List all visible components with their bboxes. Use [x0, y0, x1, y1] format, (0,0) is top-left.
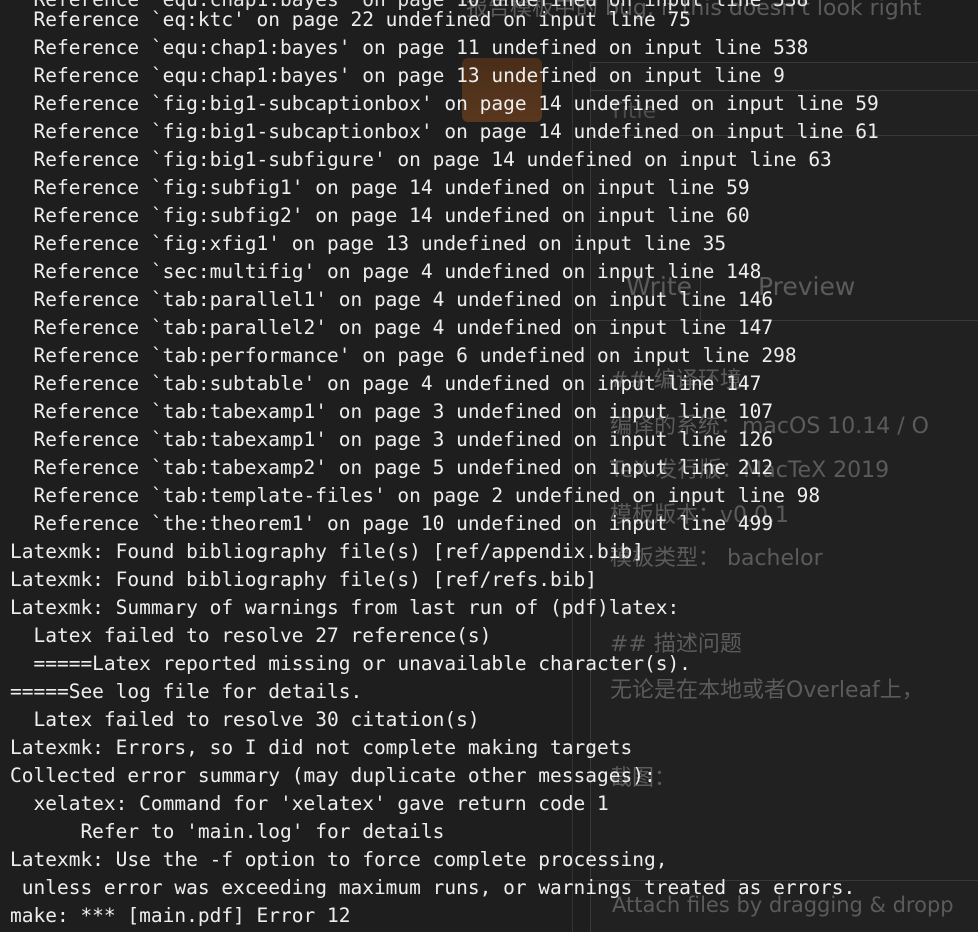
terminal-line: Latexmk: Use the -f option to force comp… [10, 848, 668, 871]
terminal-line: Reference `sec:multifig' on page 4 undef… [10, 260, 762, 283]
terminal-line: make: *** [main.pdf] Error 12 [10, 904, 351, 927]
terminal-line: =====Latex reported missing or unavailab… [10, 652, 691, 675]
terminal-line: Reference `tab:subtable' on page 4 undef… [10, 372, 762, 395]
terminal-line: Reference `tab:tabexamp1' on page 3 unde… [10, 428, 774, 451]
terminal-line: Reference `equ:chap1:bayes' on page 13 u… [10, 64, 785, 87]
terminal-line: Latexmk: Summary of warnings from last r… [10, 596, 680, 619]
terminal-line: Reference `fig:big1-subfigure' on page 1… [10, 148, 832, 171]
terminal-line: Latexmk: Found bibliography file(s) [ref… [10, 540, 644, 563]
terminal-line: Reference `tab:template-files' on page 2… [10, 484, 821, 507]
terminal-line: xelatex: Command for 'xelatex' gave retu… [10, 792, 609, 815]
terminal-line: Latex failed to resolve 30 citation(s) [10, 708, 480, 731]
terminal-output[interactable]: Reference `equ:chap1:bayes' on page 10 u… [0, 0, 978, 932]
terminal-line: Latexmk: Found bibliography file(s) [ref… [10, 568, 597, 591]
screen: 报告模板中的 bug, if this doesn't look right T… [0, 0, 978, 932]
terminal-line: Reference `fig:big1-subcaptionbox' on pa… [10, 120, 879, 143]
terminal-line: Reference `fig:subfig1' on page 14 undef… [10, 176, 750, 199]
terminal-line: Reference `equ:chap1:bayes' on page 11 u… [10, 36, 809, 59]
terminal-line: unless error was exceeding maximum runs,… [10, 876, 856, 899]
terminal-line: Collected error summary (may duplicate o… [10, 764, 656, 787]
terminal-line: Reference `tab:performance' on page 6 un… [10, 344, 797, 367]
terminal-line: Reference `eq:ktc' on page 22 undefined … [10, 8, 691, 31]
terminal-line: Reference `the:theorem1' on page 10 unde… [10, 512, 774, 535]
terminal-line: Reference `tab:parallel1' on page 4 unde… [10, 288, 774, 311]
terminal-line: Reference `tab:parallel2' on page 4 unde… [10, 316, 774, 339]
terminal-line: Latex failed to resolve 27 reference(s) [10, 624, 492, 647]
terminal-line: =====See log file for details. [10, 680, 363, 703]
terminal-line: Refer to 'main.log' for details [10, 820, 445, 843]
terminal-line: Latexmk: Errors, so I did not complete m… [10, 736, 633, 759]
terminal-line: Reference `tab:tabexamp1' on page 3 unde… [10, 400, 774, 423]
terminal-line: Reference `fig:xfig1' on page 13 undefin… [10, 232, 727, 255]
terminal-line: Reference `fig:big1-subcaptionbox' on pa… [10, 92, 879, 115]
terminal-line: Reference `fig:subfig2' on page 14 undef… [10, 204, 750, 227]
terminal-line: Reference `tab:tabexamp2' on page 5 unde… [10, 456, 774, 479]
